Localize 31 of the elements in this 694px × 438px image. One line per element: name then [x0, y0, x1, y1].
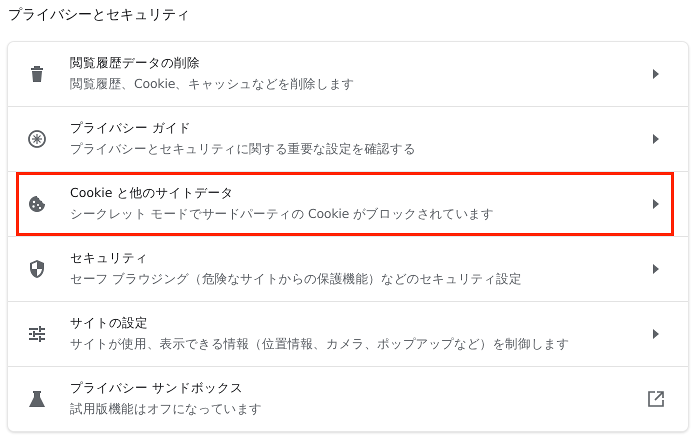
caret-icon[interactable]	[653, 69, 659, 79]
row-title: プライバシー ガイド	[70, 120, 192, 137]
row-description: 閲覧履歴、Cookie、キャッシュなどを削除します	[70, 76, 356, 93]
trash-icon	[29, 65, 45, 83]
flask-icon	[28, 390, 46, 408]
row-title: プライバシー サンドボックス	[70, 380, 244, 397]
caret-icon[interactable]	[653, 264, 659, 274]
row-title: Cookie と他のサイトデータ	[70, 185, 234, 202]
settings-row[interactable]: サイトの設定 サイトが使用、表示できる情報（位置情報、カメラ、ポップアップなど）を制御します	[8, 302, 688, 366]
settings-row[interactable]: 閲覧履歴データの削除 閲覧履歴、Cookie、キャッシュなどを削除します	[8, 42, 688, 106]
cookie-icon	[28, 195, 46, 213]
settings-row[interactable]: プライバシー サンドボックス 試用版機能はオフになっています	[8, 367, 688, 431]
sliders-icon	[28, 326, 46, 342]
section-title: プライバシーとセキュリティ	[8, 6, 191, 25]
caret-icon[interactable]	[653, 134, 659, 144]
settings-row[interactable]: プライバシー ガイド プライバシーとセキュリティに関する重要な設定を確認する	[8, 107, 688, 171]
row-description: シークレット モードでサードパーティの Cookie がブロックされています	[70, 206, 495, 223]
row-title: 閲覧履歴データの削除	[70, 55, 201, 72]
row-description: プライバシーとセキュリティに関する重要な設定を確認する	[70, 141, 417, 158]
open-external-icon[interactable]	[648, 391, 664, 407]
compass-icon	[27, 129, 47, 149]
settings-row[interactable]: セキュリティ セーフ ブラウジング（危険なサイトからの保護機能）などのセキュリティ設定	[8, 237, 688, 301]
caret-icon[interactable]	[653, 199, 659, 209]
shield-icon	[28, 259, 46, 279]
settings-row[interactable]: Cookie と他のサイトデータ シークレット モードでサードパーティの Cookie がブロックされています	[8, 172, 688, 236]
row-description: サイトが使用、表示できる情報（位置情報、カメラ、ポップアップなど）を制御します	[70, 336, 570, 353]
row-description: セーフ ブラウジング（危険なサイトからの保護機能）などのセキュリティ設定	[70, 271, 523, 288]
row-description: 試用版機能はオフになっています	[70, 401, 264, 418]
caret-icon[interactable]	[653, 329, 659, 339]
row-title: セキュリティ	[70, 250, 149, 267]
row-title: サイトの設定	[70, 315, 149, 332]
